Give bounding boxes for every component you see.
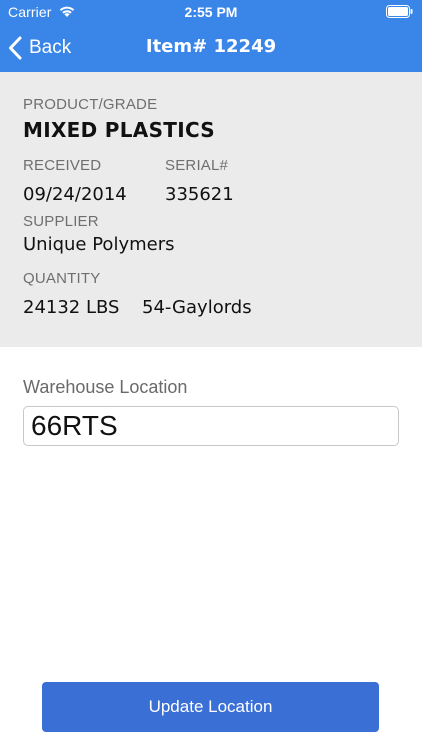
page-title: Item# 12249 [145,36,277,57]
warehouse-location-input[interactable] [23,406,399,446]
received-value: 09/24/2014 [23,184,127,205]
app-header: Carrier 2:55 PM Back Item# 12249 [0,0,422,72]
received-label: RECEIVED [23,157,102,174]
product-grade-label: PRODUCT/GRADE [23,96,158,113]
quantity-label: QUANTITY [23,270,101,287]
item-details-panel: PRODUCT/GRADE MIXED PLASTICS RECEIVED 09… [0,72,422,347]
product-grade-value: MIXED PLASTICS [23,118,216,142]
warehouse-location-label: Warehouse Location [23,377,188,397]
supplier-label: SUPPLIER [23,213,99,230]
update-location-button[interactable]: Update Location [42,682,379,732]
supplier-value: Unique Polymers [23,234,175,255]
quantity-containers: 54-Gaylords [142,297,252,318]
status-bar: Carrier 2:55 PM [0,0,422,24]
navigation-bar: Back Item# 12249 [0,24,422,72]
serial-label: SERIAL# [165,157,229,174]
status-time: 2:55 PM [184,4,238,20]
serial-value: 335621 [165,184,234,205]
battery-icon [386,5,413,18]
quantity-weight: 24132 LBS [23,297,120,318]
